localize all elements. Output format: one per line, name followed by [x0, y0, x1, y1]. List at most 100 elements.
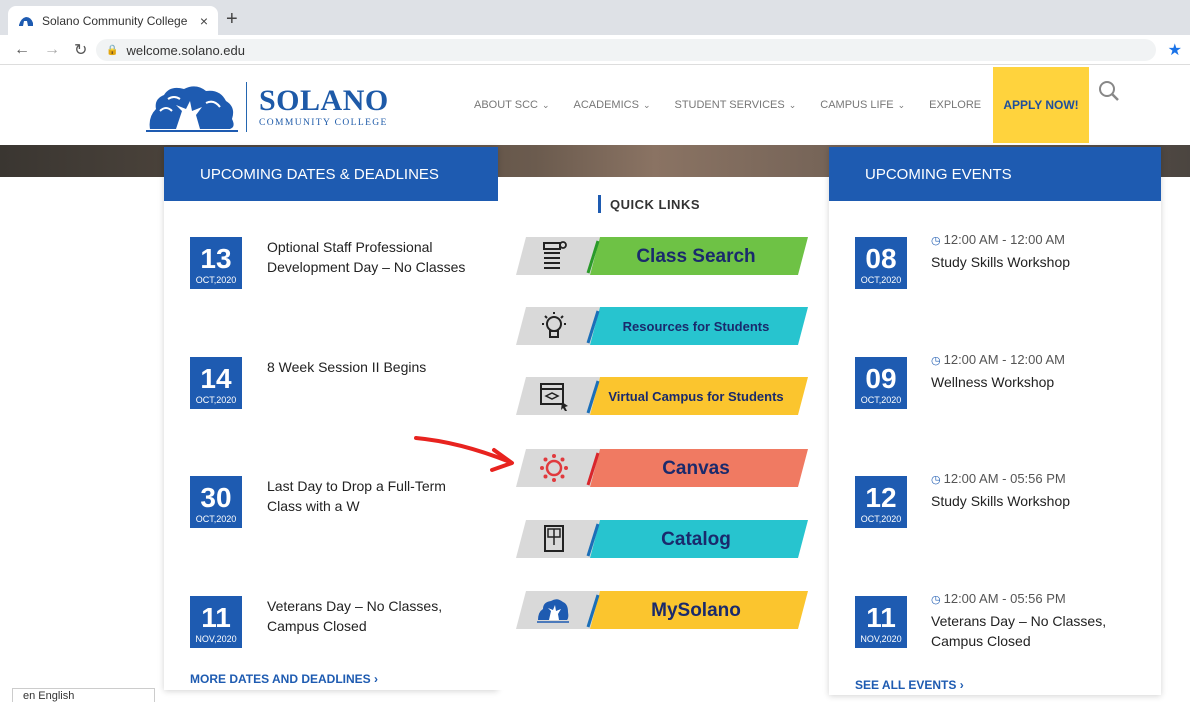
- nav-label: STUDENT SERVICES: [674, 99, 785, 111]
- deadline-item[interactable]: 14 OCT,2020 8 Week Session II Begins: [190, 357, 480, 417]
- logo-text: SOLANO COMMUNITY COLLEGE: [259, 86, 389, 129]
- annotation-arrow: [414, 436, 514, 472]
- quick-link-class-search[interactable]: Class Search: [516, 237, 808, 275]
- solano-favicon-icon: [19, 16, 33, 26]
- event-title: Study Skills Workshop: [931, 493, 1071, 509]
- deadline-text: Last Day to Drop a Full-Term Class with …: [267, 478, 446, 514]
- event-item[interactable]: 09 OCT,2020 ◷ 12:00 AM - 12:00 AM Wellnes…: [855, 352, 1155, 417]
- quick-link-label: Catalog: [661, 528, 731, 550]
- list-icon: [543, 241, 567, 269]
- url-text: welcome.solano.edu: [126, 42, 245, 58]
- solano-tree-logo-icon: [146, 86, 238, 132]
- site-logo[interactable]: SOLANO COMMUNITY COLLEGE: [146, 79, 396, 135]
- deadline-item[interactable]: 30 OCT,2020 Last Day to Drop a Full-Term…: [190, 476, 480, 536]
- nav-campus-life[interactable]: CAMPUS LIFE ⌄: [820, 99, 905, 111]
- date-day: 11: [201, 602, 231, 633]
- date-month: OCT,2020: [860, 514, 902, 524]
- event-title: Study Skills Workshop: [931, 254, 1071, 270]
- tab-close-icon[interactable]: ×: [200, 13, 208, 29]
- event-title: Wellness Workshop: [931, 374, 1055, 390]
- clock-icon: ◷: [931, 594, 941, 606]
- deadline-item[interactable]: 11 NOV,2020 Veterans Day – No Classes, C…: [190, 596, 480, 656]
- event-item[interactable]: 12 OCT,2020 ◷ 12:00 AM - 05:56 PM Study S…: [855, 471, 1155, 536]
- url-field[interactable]: 🔒 welcome.solano.edu: [96, 39, 1156, 61]
- language-selector[interactable]: en English: [12, 688, 155, 702]
- event-time-text: 12:00 AM - 05:56 PM: [943, 591, 1066, 606]
- date-month: OCT,2020: [860, 395, 902, 405]
- date-badge: 11 NOV,2020: [855, 596, 907, 648]
- browser-tab-bar: Solano Community College × +: [0, 0, 1190, 35]
- virtual-campus-icon: [540, 383, 568, 411]
- quick-link-label: Virtual Campus for Students: [608, 388, 784, 404]
- quick-link-virtual-campus[interactable]: Virtual Campus for Students: [516, 377, 808, 415]
- canvas-icon: [540, 454, 568, 482]
- nav-label: ACADEMICS: [573, 99, 639, 111]
- clock-icon: ◷: [931, 235, 941, 247]
- quick-link-catalog[interactable]: Catalog: [516, 520, 808, 558]
- chevron-down-icon: ⌄: [788, 99, 797, 110]
- deadline-item[interactable]: 13 OCT,2020 Optional Staff Professional …: [190, 237, 480, 297]
- clock-icon: ◷: [931, 355, 941, 367]
- deadlines-panel: UPCOMING DATES & DEADLINES 13 OCT,2020 O…: [164, 147, 498, 690]
- quick-link-mysolano[interactable]: MySolano: [516, 591, 808, 629]
- browser-tab[interactable]: Solano Community College ×: [8, 6, 218, 35]
- chevron-down-icon: ⌄: [897, 99, 906, 110]
- event-time: ◷ 12:00 AM - 12:00 AM: [931, 232, 1065, 247]
- see-all-events-link[interactable]: SEE ALL EVENTS ›: [855, 678, 964, 692]
- nav-student-services[interactable]: STUDENT SERVICES ⌄: [674, 99, 796, 111]
- quick-links-panel: QUICK LINKS Class Search Resources for S…: [498, 177, 828, 690]
- event-item[interactable]: 08 OCT,2020 ◷ 12:00 AM - 12:00 AM Study S…: [855, 232, 1155, 297]
- date-day: 08: [865, 243, 897, 274]
- date-day: 09: [865, 363, 897, 394]
- back-arrow-icon[interactable]: ←: [14, 41, 30, 59]
- book-icon: [544, 525, 564, 552]
- deadline-text: Veterans Day – No Classes, Campus Closed: [267, 598, 443, 634]
- events-heading: UPCOMING EVENTS: [829, 147, 1161, 201]
- chevron-down-icon: ⌄: [541, 99, 550, 110]
- event-time: ◷ 12:00 AM - 05:56 PM: [931, 471, 1066, 486]
- nav-explore[interactable]: EXPLORE: [929, 99, 981, 111]
- bookmark-star-icon[interactable]: ★: [1168, 40, 1182, 60]
- nav-label: ABOUT SCC: [474, 99, 538, 111]
- new-tab-button[interactable]: +: [226, 8, 238, 31]
- quick-link-canvas[interactable]: Canvas: [516, 449, 808, 487]
- event-item[interactable]: 11 NOV,2020 ◷ 12:00 AM - 05:56 PM Veteran…: [855, 591, 1155, 656]
- date-month: OCT,2020: [860, 275, 902, 285]
- event-time: ◷ 12:00 AM - 05:56 PM: [931, 591, 1066, 606]
- date-month: OCT,2020: [195, 514, 237, 524]
- date-month: OCT,2020: [195, 395, 237, 405]
- event-title: Veterans Day – No Classes, Campus Closed: [931, 613, 1107, 649]
- date-month: NOV,2020: [195, 634, 237, 644]
- event-time: ◷ 12:00 AM - 12:00 AM: [931, 352, 1065, 367]
- date-month: NOV,2020: [860, 634, 902, 644]
- event-time-text: 12:00 AM - 12:00 AM: [943, 232, 1066, 247]
- deadline-text: 8 Week Session II Begins: [267, 359, 427, 375]
- quick-links-heading: QUICK LINKS: [598, 195, 700, 213]
- quick-links-title: QUICK LINKS: [610, 196, 700, 212]
- quick-link-label: Resources for Students: [622, 318, 770, 334]
- lock-icon: 🔒: [106, 44, 119, 56]
- date-day: 12: [865, 482, 897, 513]
- date-badge: 09 OCT,2020: [855, 357, 907, 409]
- date-badge: 08 OCT,2020: [855, 237, 907, 289]
- reload-icon[interactable]: ↻: [74, 40, 87, 60]
- nav-academics[interactable]: ACADEMICS ⌄: [574, 99, 651, 111]
- date-badge: 13 OCT,2020: [190, 237, 242, 289]
- more-dates-link[interactable]: MORE DATES AND DEADLINES ›: [190, 672, 378, 686]
- quick-link-label: Class Search: [636, 245, 756, 267]
- date-day: 13: [200, 243, 232, 274]
- event-time-text: 12:00 AM - 12:00 AM: [943, 352, 1066, 367]
- clock-icon: ◷: [931, 474, 941, 486]
- nav-about-scc[interactable]: ABOUT SCC ⌄: [474, 99, 550, 111]
- date-badge: 12 OCT,2020: [855, 476, 907, 528]
- logo-subtitle: COMMUNITY COLLEGE: [259, 118, 388, 128]
- nav-label: CAMPUS LIFE: [820, 99, 894, 111]
- forward-arrow-icon[interactable]: →: [44, 41, 60, 59]
- solano-tree-icon: [537, 599, 569, 623]
- date-day: 11: [866, 602, 896, 633]
- search-icon[interactable]: [1097, 79, 1121, 103]
- date-badge: 11 NOV,2020: [190, 596, 242, 648]
- quick-link-resources[interactable]: Resources for Students: [516, 307, 808, 345]
- date-badge: 30 OCT,2020: [190, 476, 242, 528]
- apply-now-button[interactable]: APPLY NOW!: [993, 67, 1089, 143]
